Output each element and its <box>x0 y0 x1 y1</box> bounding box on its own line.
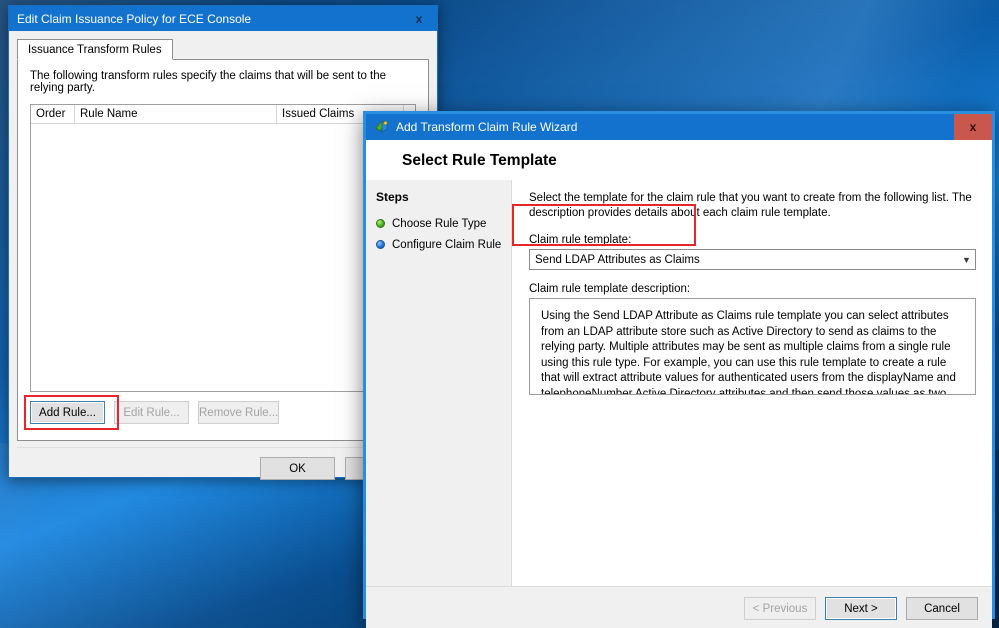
claim-rule-template-description-label: Claim rule template description: <box>529 283 691 295</box>
tab-issuance-transform-rules[interactable]: Issuance Transform Rules <box>17 39 173 60</box>
wizard-footer: < Previous Next > Cancel <box>366 586 992 628</box>
step-label: Configure Claim Rule <box>392 238 502 251</box>
close-icon[interactable]: x <box>401 6 437 31</box>
add-rule-button[interactable]: Add Rule... <box>30 401 105 424</box>
chevron-down-icon[interactable]: ▼ <box>958 250 975 269</box>
transform-rules-listview[interactable]: Order Rule Name Issued Claims <box>30 104 416 392</box>
next-button[interactable]: Next > <box>825 597 897 620</box>
ok-button[interactable]: OK <box>260 457 335 480</box>
step-status-dot-pending-icon <box>376 240 385 249</box>
listview-rows[interactable] <box>31 124 415 391</box>
wizard-title: Add Transform Claim Rule Wizard <box>396 120 578 134</box>
cancel-button[interactable]: Cancel <box>906 597 978 620</box>
policy-dialog-titlebar: Edit Claim Issuance Policy for ECE Conso… <box>9 6 437 31</box>
listview-header: Order Rule Name Issued Claims <box>31 105 415 124</box>
step-configure-claim-rule[interactable]: Configure Claim Rule <box>376 234 511 255</box>
remove-rule-button: Remove Rule... <box>198 401 280 424</box>
tabstrip: Issuance Transform Rules <box>17 39 429 60</box>
close-icon[interactable]: x <box>954 114 992 140</box>
previous-button: < Previous <box>744 597 816 620</box>
add-transform-claim-rule-wizard-dialog: Add Transform Claim Rule Wizard x Select… <box>363 111 995 628</box>
column-header-rule-name[interactable]: Rule Name <box>75 105 277 123</box>
wizard-content-panel: Select the template for the claim rule t… <box>512 180 992 586</box>
wizard-main: Steps Choose Rule Type Configure Claim R… <box>366 180 992 586</box>
claim-rule-template-value: Send LDAP Attributes as Claims <box>535 253 700 266</box>
edit-rule-button: Edit Rule... <box>114 401 189 424</box>
step-status-dot-current-icon <box>376 219 385 228</box>
policy-dialog-title: Edit Claim Issuance Policy for ECE Conso… <box>17 11 252 26</box>
wizard-steps-panel: Steps Choose Rule Type Configure Claim R… <box>366 180 512 586</box>
wizard-titlebar: Add Transform Claim Rule Wizard x <box>366 114 992 140</box>
claim-rule-template-label: Claim rule template: <box>529 234 632 246</box>
policy-description: The following transform rules specify th… <box>30 70 387 94</box>
step-choose-rule-type[interactable]: Choose Rule Type <box>376 213 511 234</box>
column-header-order[interactable]: Order <box>31 105 75 123</box>
claim-rule-icon <box>374 119 390 135</box>
step-label: Choose Rule Type <box>392 217 487 230</box>
claim-rule-template-description-text: Using the Send LDAP Attribute as Claims … <box>529 298 976 395</box>
rule-action-buttons: Add Rule... Edit Rule... Remove Rule... <box>24 395 416 430</box>
claim-rule-template-select[interactable]: Send LDAP Attributes as Claims ▼ <box>529 249 976 270</box>
wizard-page-heading: Select Rule Template <box>366 140 992 180</box>
wizard-intro-text: Select the template for the claim rule t… <box>529 192 972 219</box>
steps-title: Steps <box>376 190 409 204</box>
